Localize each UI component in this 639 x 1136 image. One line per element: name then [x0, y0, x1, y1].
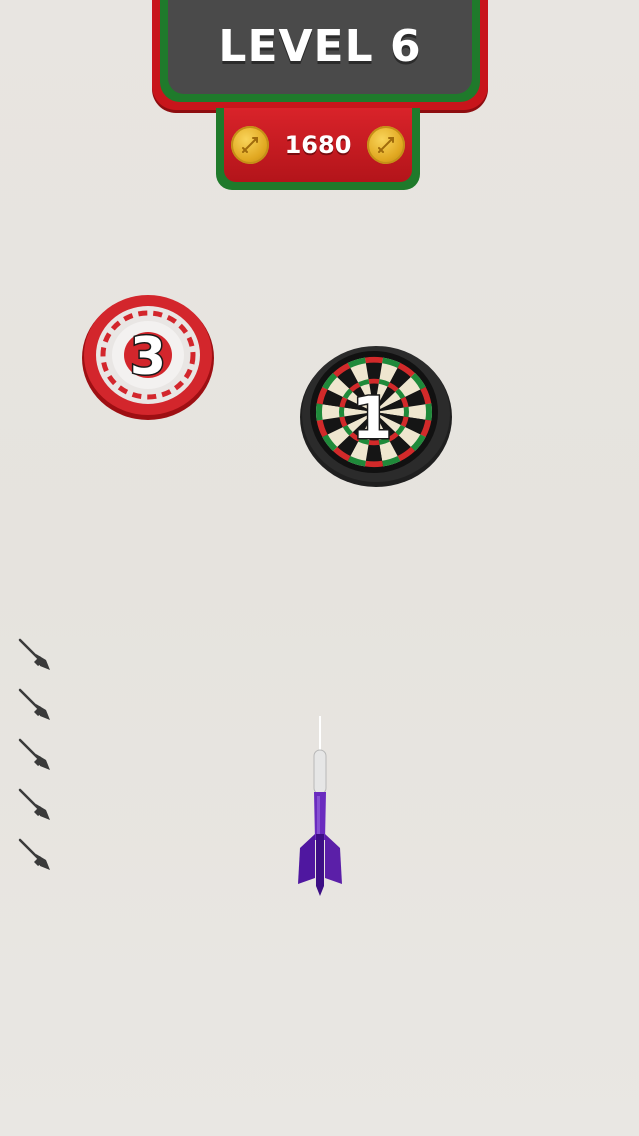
- dart-icon: [16, 836, 56, 874]
- top-hud: LEVEL 6 1680: [0, 0, 639, 200]
- remaining-darts: [16, 636, 60, 876]
- target-1-dartboard[interactable]: 1: [298, 342, 454, 488]
- dart-icon: [16, 636, 56, 674]
- dart-coin-icon: [230, 126, 269, 164]
- level-banner: LEVEL 6: [168, 0, 472, 94]
- target-3[interactable]: 3: [80, 292, 216, 422]
- target-3-label: 3: [130, 327, 166, 387]
- level-label: LEVEL 6: [218, 20, 422, 72]
- coin-panel: 1680: [224, 108, 412, 182]
- player-dart[interactable]: [292, 716, 348, 900]
- dart-icon: [16, 736, 56, 774]
- dart-coin-icon: [367, 126, 406, 164]
- dart-icon: [16, 686, 56, 724]
- coin-count: 1680: [284, 131, 352, 159]
- dart-icon: [16, 786, 56, 824]
- target-1-label: 1: [352, 384, 392, 452]
